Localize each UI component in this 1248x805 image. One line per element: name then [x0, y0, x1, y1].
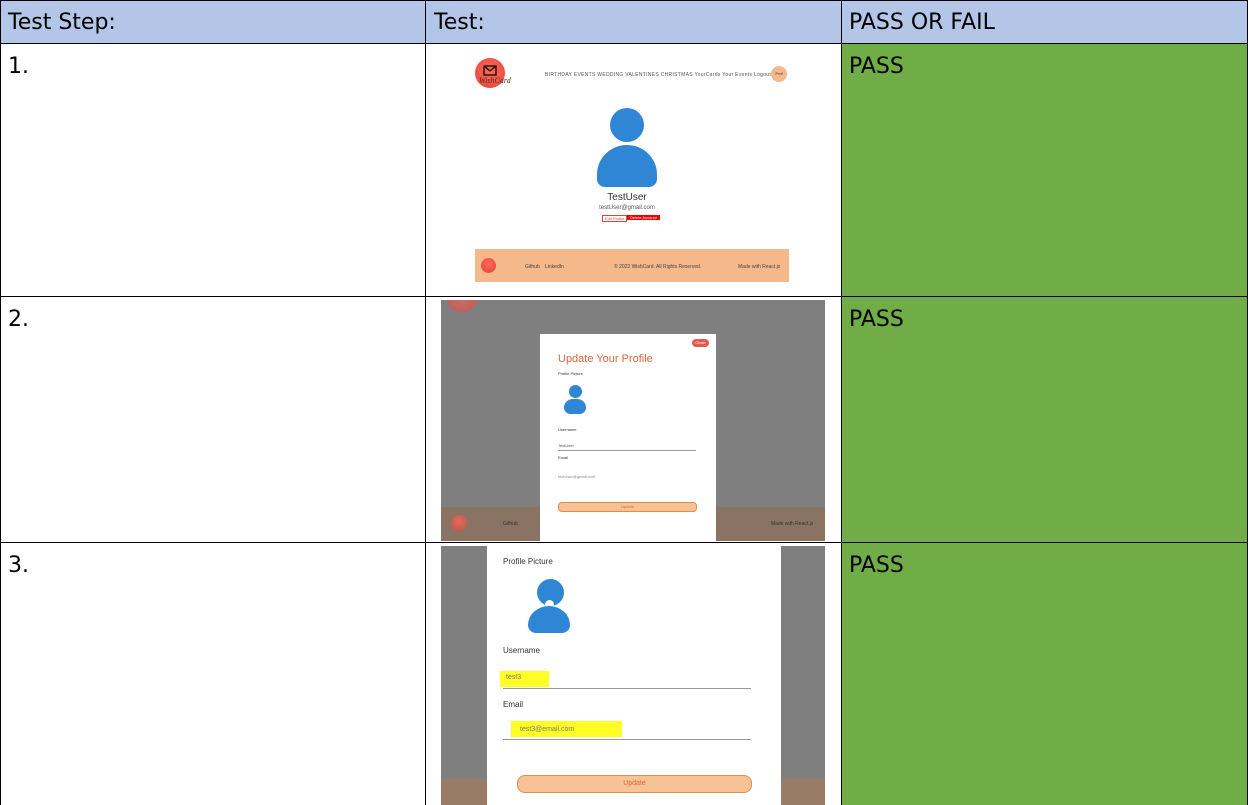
screenshot-update-modal: Github Made with React.js Close Update Y…	[441, 300, 825, 541]
header-cell-test	[426, 1, 841, 43]
username-label: Username	[503, 646, 540, 655]
screenshot-update-filled: Profile Picture Username test3 Email tes…	[441, 546, 825, 805]
logo-text: WishCard	[479, 76, 511, 85]
background-logo-icon	[447, 300, 477, 312]
screenshot-profile-page: WishCard BIRTHDAY EVENTS WEDDING VALENTI…	[441, 50, 825, 294]
email-underline	[503, 739, 751, 740]
footer: Github LinkedIn © 2023 WishCard. All Rig…	[475, 249, 789, 282]
grid-line	[841, 0, 842, 805]
result-3: PASS	[849, 553, 904, 578]
footer-linkedin[interactable]: LinkedIn	[545, 264, 564, 270]
header-test-step: Test Step:	[8, 10, 116, 35]
background-footer-logo-icon	[451, 515, 467, 531]
background-footer-made-with: Made with React.js	[771, 521, 814, 527]
username-input[interactable]: test3	[506, 674, 521, 681]
step-3: 3.	[8, 553, 29, 578]
username-label: Username	[558, 427, 577, 432]
step-2: 2.	[8, 307, 29, 332]
grid-line	[0, 0, 1248, 1]
grid-line	[0, 296, 1248, 297]
profile-picture-label: Profile Picture	[558, 371, 583, 376]
footer-made-with: Made with React.js	[738, 264, 781, 270]
profile-picture-label: Profile Picture	[503, 557, 553, 566]
grid-line	[0, 542, 1248, 543]
upload-avatar-icon[interactable]	[564, 399, 586, 414]
update-profile-modal-zoomed: Profile Picture Username test3 Email tes…	[487, 546, 781, 805]
avatar-icon	[597, 145, 657, 187]
update-button[interactable]: Update	[558, 502, 697, 512]
grid-line	[0, 43, 1248, 44]
result-cell-1	[842, 44, 1247, 296]
result-2: PASS	[849, 307, 904, 332]
result-1: PASS	[849, 54, 904, 79]
upload-avatar-head[interactable]	[569, 385, 582, 398]
username-input[interactable]: TestUser	[558, 443, 574, 448]
modal-title: Update Your Profile	[558, 353, 653, 365]
nav-avatar[interactable]: Prof	[771, 66, 787, 82]
update-profile-modal: Close Update Your Profile Profile Pictur…	[540, 334, 716, 541]
step-1: 1.	[8, 54, 29, 79]
close-button[interactable]: Close	[692, 339, 709, 347]
result-cell-2	[842, 297, 1247, 542]
username-underline	[558, 450, 696, 451]
header-pass-or-fail: PASS OR FAIL	[849, 10, 995, 35]
upload-avatar-icon[interactable]	[528, 606, 570, 633]
footer-logo-icon	[481, 258, 496, 273]
top-nav[interactable]: BIRTHDAY EVENTS WEDDING VALENTINES CHRIS…	[545, 72, 771, 78]
avatar-head	[610, 108, 644, 142]
email-label: Email	[558, 455, 569, 460]
username-underline	[503, 688, 751, 689]
email-input[interactable]: testUser@gmail.com	[558, 474, 595, 479]
delete-account-button[interactable]: Delete Account	[627, 215, 660, 220]
email-label: Email	[503, 700, 524, 709]
profile-email: testUser@gmail.com	[599, 205, 655, 211]
header-test: Test:	[434, 10, 485, 35]
update-button[interactable]: Update	[517, 775, 752, 793]
grid-line	[425, 0, 426, 805]
footer-copyright: © 2023 WishCard. All Rights Reserved.	[614, 264, 702, 270]
test-table: Test Step: Test: PASS OR FAIL 1. 2. 3. P…	[0, 0, 1248, 805]
grid-line	[0, 0, 1, 805]
profile-username: TestUser	[607, 192, 647, 203]
email-input[interactable]: test3@email.com	[520, 726, 574, 733]
background-footer-github: Github	[503, 521, 518, 527]
result-cell-3	[842, 543, 1247, 805]
footer-github[interactable]: Github	[525, 264, 540, 270]
edit-profile-button[interactable]: Edit Profile	[602, 215, 628, 222]
